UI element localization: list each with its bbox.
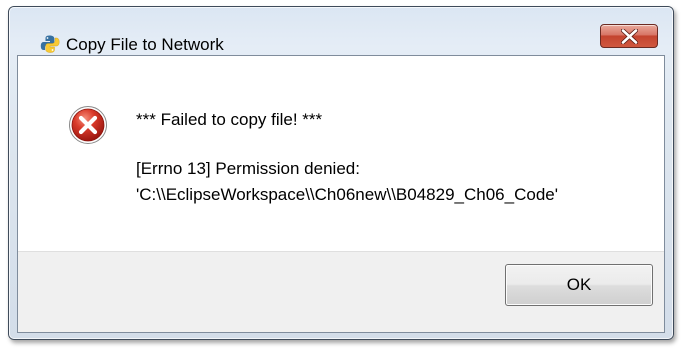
close-button[interactable] bbox=[600, 24, 658, 48]
error-detail: [Errno 13] Permission denied: bbox=[136, 159, 360, 178]
title-bar[interactable]: Copy File to Network bbox=[9, 7, 673, 54]
python-logo-icon bbox=[40, 35, 60, 53]
close-x-icon bbox=[621, 29, 638, 44]
error-heading: *** Failed to copy file! *** bbox=[136, 110, 323, 129]
error-icon bbox=[69, 106, 107, 144]
screenshot-area: Copy File to Network *** Failed to copy … bbox=[0, 0, 684, 348]
window-title: Copy File to Network bbox=[66, 35, 224, 54]
error-path: 'C:\\EclipseWorkspace\\Ch06new\\B04829_C… bbox=[136, 185, 558, 204]
ok-button[interactable]: OK bbox=[505, 264, 653, 306]
